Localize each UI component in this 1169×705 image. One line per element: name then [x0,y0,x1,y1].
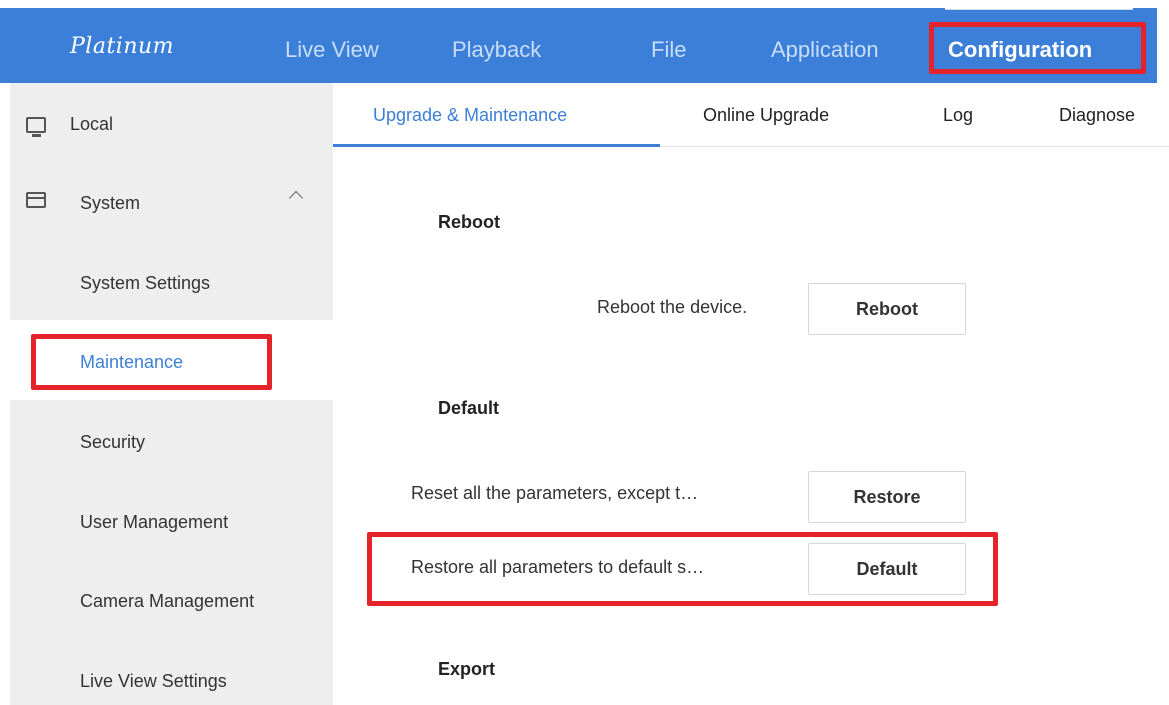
section-title-default: Default [438,398,500,418]
nav-live-view[interactable]: Live View [285,37,379,63]
sidebar-item-live-view-settings[interactable]: Live View Settings [0,661,333,701]
tab-diagnose[interactable]: Diagnose [1059,105,1135,126]
section-title-reboot: Reboot [438,212,500,232]
sidebar-item-label: System Settings [80,272,211,293]
sidebar-item-local[interactable]: Local [0,104,333,144]
monitor-icon [26,117,46,137]
reboot-button[interactable]: Reboot [808,283,966,335]
sidebar-item-user-management[interactable]: User Management [0,502,333,542]
brand-logo: Platinum [70,34,175,59]
restore-button[interactable]: Restore [808,471,966,523]
tab-online-upgrade[interactable]: Online Upgrade [703,105,829,126]
sidebar-item-system[interactable]: System [0,183,333,223]
sidebar-item-label: Local [70,113,114,134]
sidebar-item-label: Live View Settings [80,670,227,691]
sidebar-item-camera-management[interactable]: Camera Management [0,581,333,621]
sidebar-item-label: User Management [80,511,229,532]
active-tab-indicator [333,144,660,147]
chevron-up-icon[interactable] [288,190,304,206]
restore-description: Reset all the parameters, except t… [411,483,699,503]
sidebar-item-label: Security [80,431,146,452]
top-tab-stub [945,0,1133,10]
top-navbar: Platinum Live View Playback File Applica… [0,8,1157,83]
nav-file[interactable]: File [651,37,686,63]
tab-bar: Upgrade & Maintenance Online Upgrade Log… [333,83,1169,147]
nav-configuration[interactable]: Configuration [948,37,1092,63]
window-icon [26,192,46,208]
sidebar-item-system-settings[interactable]: System Settings [0,263,333,303]
tab-upgrade-maintenance[interactable]: Upgrade & Maintenance [373,105,567,126]
sidebar-item-maintenance[interactable]: Maintenance [0,342,333,382]
sidebar-item-label: Maintenance [80,351,184,372]
sidebar: Local System System Settings Maintenance… [0,83,333,705]
sidebar-item-label: Camera Management [80,590,255,611]
default-description: Restore all parameters to default s… [411,557,705,577]
default-button[interactable]: Default [808,543,966,595]
section-title-export: Export [438,659,496,679]
nav-application[interactable]: Application [771,37,879,63]
tab-log[interactable]: Log [943,105,973,126]
sidebar-item-security[interactable]: Security [0,422,333,462]
nav-playback[interactable]: Playback [452,37,541,63]
sidebar-item-label: System [80,192,141,213]
reboot-description: Reboot the device. [597,297,748,317]
